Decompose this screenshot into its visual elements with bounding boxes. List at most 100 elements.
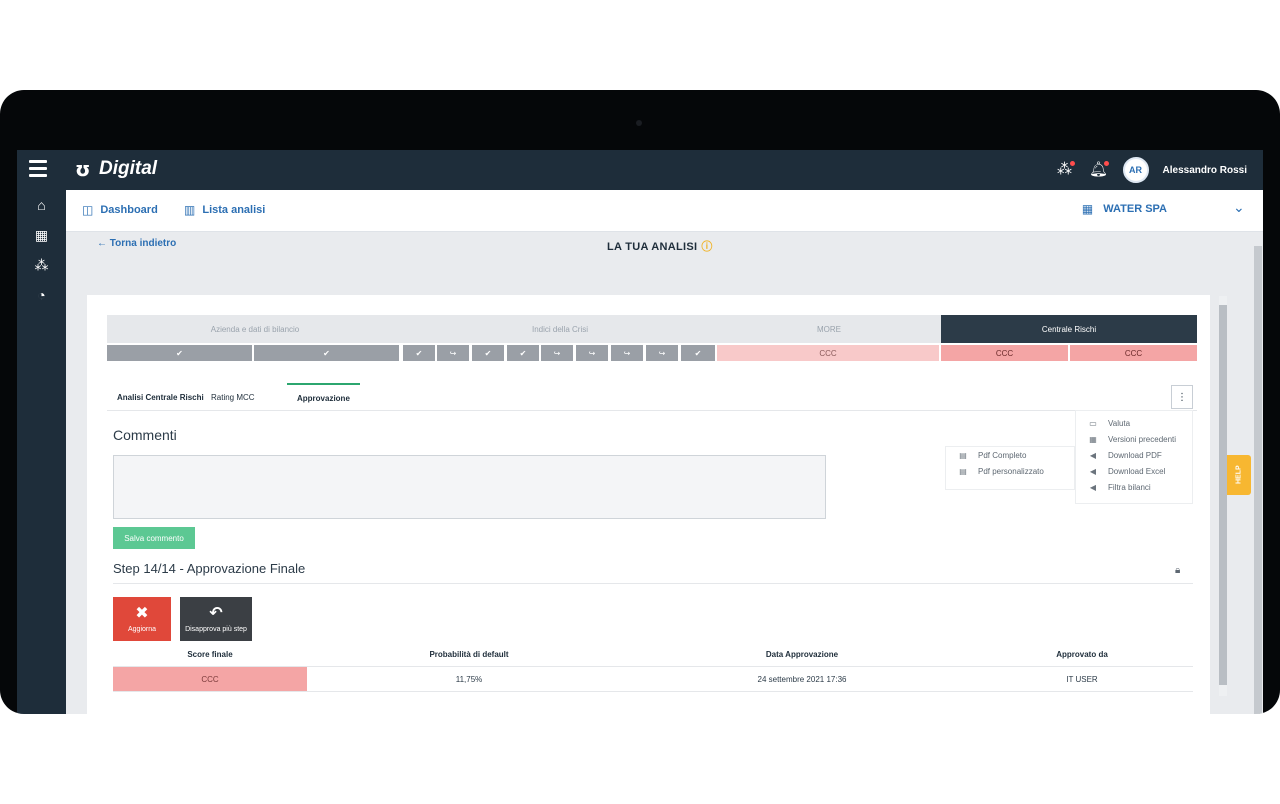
logo-mark-icon: ʊ [75,157,91,181]
check-icon: ✔ [507,345,539,361]
money-icon: ▭ [1089,418,1097,428]
menu-item-label: Filtra bilanci [1108,482,1151,492]
building-icon[interactable]: ▦ [17,220,66,250]
progress-stepper: Azienda e dati di bilancio Indici della … [107,315,1197,365]
nav-lista-label: Lista analisi [202,204,266,216]
menu-item-label: Versioni precedenti [1108,434,1177,444]
stage-centrale-rischi[interactable]: Centrale Rischi [941,315,1197,343]
app-logo[interactable]: ʊ Digital [75,158,157,180]
nav-dashboard-label: Dashboard [100,204,158,216]
nav-dashboard[interactable]: ◫ Dashboard [82,203,158,217]
lock-icon: 🔒︎ [1175,565,1181,576]
tab-rating-mcc[interactable]: Rating MCC [211,383,255,411]
menu-item-label: Pdf personalizzato [978,466,1044,476]
tab-bar: Analisi Centrale Rischi Rating MCC Appro… [107,383,1197,411]
table-cell-data: 24 settembre 2021 17:36 [757,674,847,684]
menu-item-label: Download PDF [1108,450,1162,460]
redo-arrow-icon: ↪ [437,345,469,361]
menu-item-label: Download Excel [1108,466,1166,476]
redo-arrow-icon: ↪ [541,345,573,361]
menu-item-label: Valuta [1108,418,1131,428]
pdf-file-icon: ▤ [959,466,967,476]
actions-menu: ▭ Valuta ▦ Versioni precedenti ◀ Downloa… [1075,410,1193,504]
update-button[interactable]: ✖ Aggiorna [113,597,171,641]
step-title: Step 14/14 - Approvazione Finale [113,561,306,576]
menu-item-download-excel[interactable]: ◀ Download Excel [1076,463,1192,479]
table-cell-approvato: IT USER [1066,674,1098,684]
building-icon: ▦ [1081,202,1094,216]
caret-left-icon: ◀ [1089,482,1097,492]
pdf-file-icon: ▤ [959,450,967,460]
network-icon[interactable]: ⁂ [17,250,66,280]
redo-arrow-icon: ↪ [646,345,678,361]
check-icon: ✔ [472,345,504,361]
gauge-icon[interactable]: ◔ [17,280,66,310]
cr-status-1: CCC [941,345,1068,361]
table-divider [113,691,1193,692]
check-icon: ✔ [254,345,399,361]
tab-analisi-centrale-rischi[interactable]: Analisi Centrale Rischi [117,383,204,411]
analysis-card: Azienda e dati di bilancio Indici della … [87,295,1210,714]
stage-indici[interactable]: Indici della Crisi [403,315,717,343]
avatar[interactable]: AR [1122,157,1149,183]
update-button-label: Aggiorna [127,625,157,633]
table-header-approvato: Approvato da [1056,650,1108,659]
inner-scroll-thumb[interactable] [1219,305,1227,685]
bell-icon[interactable]: 🔔︎ [1089,160,1109,180]
stage-more[interactable]: MORE [717,315,941,343]
page-scroll-thumb[interactable] [1254,246,1262,714]
close-icon: ✖ [135,604,149,622]
company-name: WATER SPA [1103,203,1167,215]
menu-item-valuta[interactable]: ▭ Valuta [1076,415,1192,431]
info-icon[interactable]: ⓘ [701,241,712,253]
more-vertical-icon[interactable]: ⋮ [1171,385,1193,409]
table-cell-score: CCC [113,667,307,691]
hamburger-menu-icon[interactable] [29,160,47,178]
menu-item-filtra-bilanci[interactable]: ◀ Filtra bilanci [1076,479,1192,495]
nav-bar: ◫ Dashboard ▥ Lista analisi ▦ WATER SPA … [66,190,1263,232]
reply-all-icon: ↶ [209,604,223,622]
caret-left-icon: ◀ [1089,450,1097,460]
user-name[interactable]: Alessandro Rossi [1163,165,1247,176]
network-icon[interactable]: ⁂ [1055,160,1075,180]
cr-status-2: CCC [1070,345,1197,361]
back-link[interactable]: ← Torna indietro [97,238,176,249]
help-tab[interactable]: HELP [1227,455,1251,495]
comments-title: Commenti [113,427,177,443]
page-title-text: LA TUA ANALISI [607,241,698,253]
page-title: LA TUA ANALISI ⓘ [607,238,713,254]
camera-dot [636,120,642,126]
tab-approvazione[interactable]: Approvazione [287,383,360,411]
divider [113,583,1193,584]
menu-item-label: Pdf Completo [978,450,1027,460]
save-comment-button[interactable]: Salva commento [113,527,195,549]
nav-lista-analisi[interactable]: ▥ Lista analisi [184,203,265,217]
menu-item-download-pdf[interactable]: ◀ Download PDF [1076,447,1192,463]
redo-arrow-icon: ↪ [576,345,608,361]
table-header-probabilita: Probabilità di default [429,650,509,659]
redo-arrow-icon: ↪ [611,345,643,361]
table-header-score: Score finale [187,650,233,659]
chart-icon: ▥ [184,203,196,217]
disapprove-button-label: Disapprova più step [185,625,247,633]
menu-item-pdf-personalizzato[interactable]: ▤ Pdf personalizzato [946,463,1074,479]
more-status: CCC [717,345,939,361]
menu-item-pdf-completo[interactable]: ▤ Pdf Completo [946,447,1074,463]
chevron-down-icon[interactable]: ⌄ [1233,200,1247,214]
laptop-frame: ʊ Digital ⁂ 🔔︎ AR Alessandro Rossi ⌂ ▦ ⁂… [0,90,1280,714]
pdf-menu: ▤ Pdf Completo ▤ Pdf personalizzato [945,446,1075,490]
comment-textarea[interactable] [113,455,826,519]
sidebar: ⌂ ▦ ⁂ ◔ [17,190,66,714]
check-icon: ✔ [681,345,715,361]
company-selector[interactable]: ▦ WATER SPA [1082,202,1167,216]
columns-icon: ◫ [82,203,94,217]
table-cell-probabilita: 11,75% [455,674,483,684]
check-icon: ✔ [403,345,435,361]
disapprove-button[interactable]: ↶ Disapprova più step [180,597,252,641]
menu-item-versioni[interactable]: ▦ Versioni precedenti [1076,431,1192,447]
check-icon: ✔ [107,345,252,361]
stage-azienda[interactable]: Azienda e dati di bilancio [107,315,403,343]
app-screen: ʊ Digital ⁂ 🔔︎ AR Alessandro Rossi ⌂ ▦ ⁂… [17,150,1263,714]
home-icon[interactable]: ⌂ [17,190,66,220]
table-header-data: Data Approvazione [765,650,839,659]
